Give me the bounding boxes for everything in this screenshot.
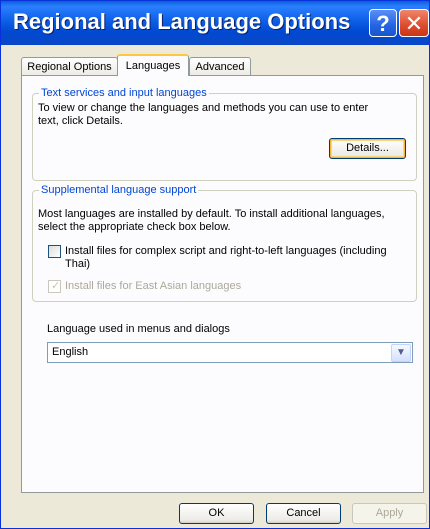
tab-label: Regional Options xyxy=(27,61,112,73)
text-services-legend: Text services and input languages xyxy=(39,86,209,100)
ok-button-label: OK xyxy=(208,507,225,519)
text-services-description-line2: text, click Details. xyxy=(38,115,123,127)
title-bar[interactable]: Regional and Language Options ? ✕ xyxy=(1,1,429,45)
apply-button-label: Apply xyxy=(375,507,404,519)
cancel-button-label: Cancel xyxy=(286,507,321,519)
menu-language-value: English xyxy=(52,346,89,358)
complex-script-label-line1: Install files for complex script and rig… xyxy=(65,245,387,257)
tab-languages[interactable]: Languages xyxy=(117,54,189,76)
complex-script-label-line2: Thai) xyxy=(65,258,91,270)
close-icon: ✕ xyxy=(404,11,424,36)
cancel-button[interactable]: Cancel xyxy=(266,503,341,524)
menu-language-select[interactable]: English ▼ xyxy=(47,342,413,363)
complex-script-checkbox[interactable] xyxy=(48,245,61,258)
checkmark-icon: ✓ xyxy=(51,280,61,292)
dialog-window: Regional and Language Options ? ✕ Region… xyxy=(0,0,430,529)
help-button[interactable]: ? xyxy=(369,9,397,37)
tab-label: Languages xyxy=(125,60,181,72)
details-button[interactable]: Details... xyxy=(329,138,406,159)
window-title: Regional and Language Options xyxy=(13,9,351,34)
text-services-description-line1: To view or change the languages and meth… xyxy=(38,102,369,114)
tab-label: Advanced xyxy=(195,61,245,73)
menu-language-label: Language used in menus and dialogs xyxy=(47,323,230,335)
tab-advanced[interactable]: Advanced xyxy=(189,57,251,75)
east-asian-checkbox[interactable]: ✓ xyxy=(48,280,61,293)
help-icon: ? xyxy=(376,11,390,36)
chevron-down-icon[interactable]: ▼ xyxy=(391,344,411,362)
supplemental-language-group: Supplemental language support Most langu… xyxy=(32,183,417,302)
apply-button[interactable]: Apply xyxy=(352,503,427,524)
languages-tab-panel: Text services and input languages To vie… xyxy=(21,75,424,493)
supplemental-description-line1: Most languages are installed by default.… xyxy=(38,208,385,220)
tab-regional-options[interactable]: Regional Options xyxy=(21,57,118,75)
supplemental-legend: Supplemental language support xyxy=(39,183,199,197)
details-button-label: Details... xyxy=(346,142,389,154)
ok-button[interactable]: OK xyxy=(179,503,254,524)
supplemental-description-line2: select the appropriate check box below. xyxy=(38,221,231,233)
close-button[interactable]: ✕ xyxy=(399,9,429,37)
east-asian-label: Install files for East Asian languages xyxy=(65,280,242,292)
text-services-group: Text services and input languages To vie… xyxy=(32,86,417,181)
